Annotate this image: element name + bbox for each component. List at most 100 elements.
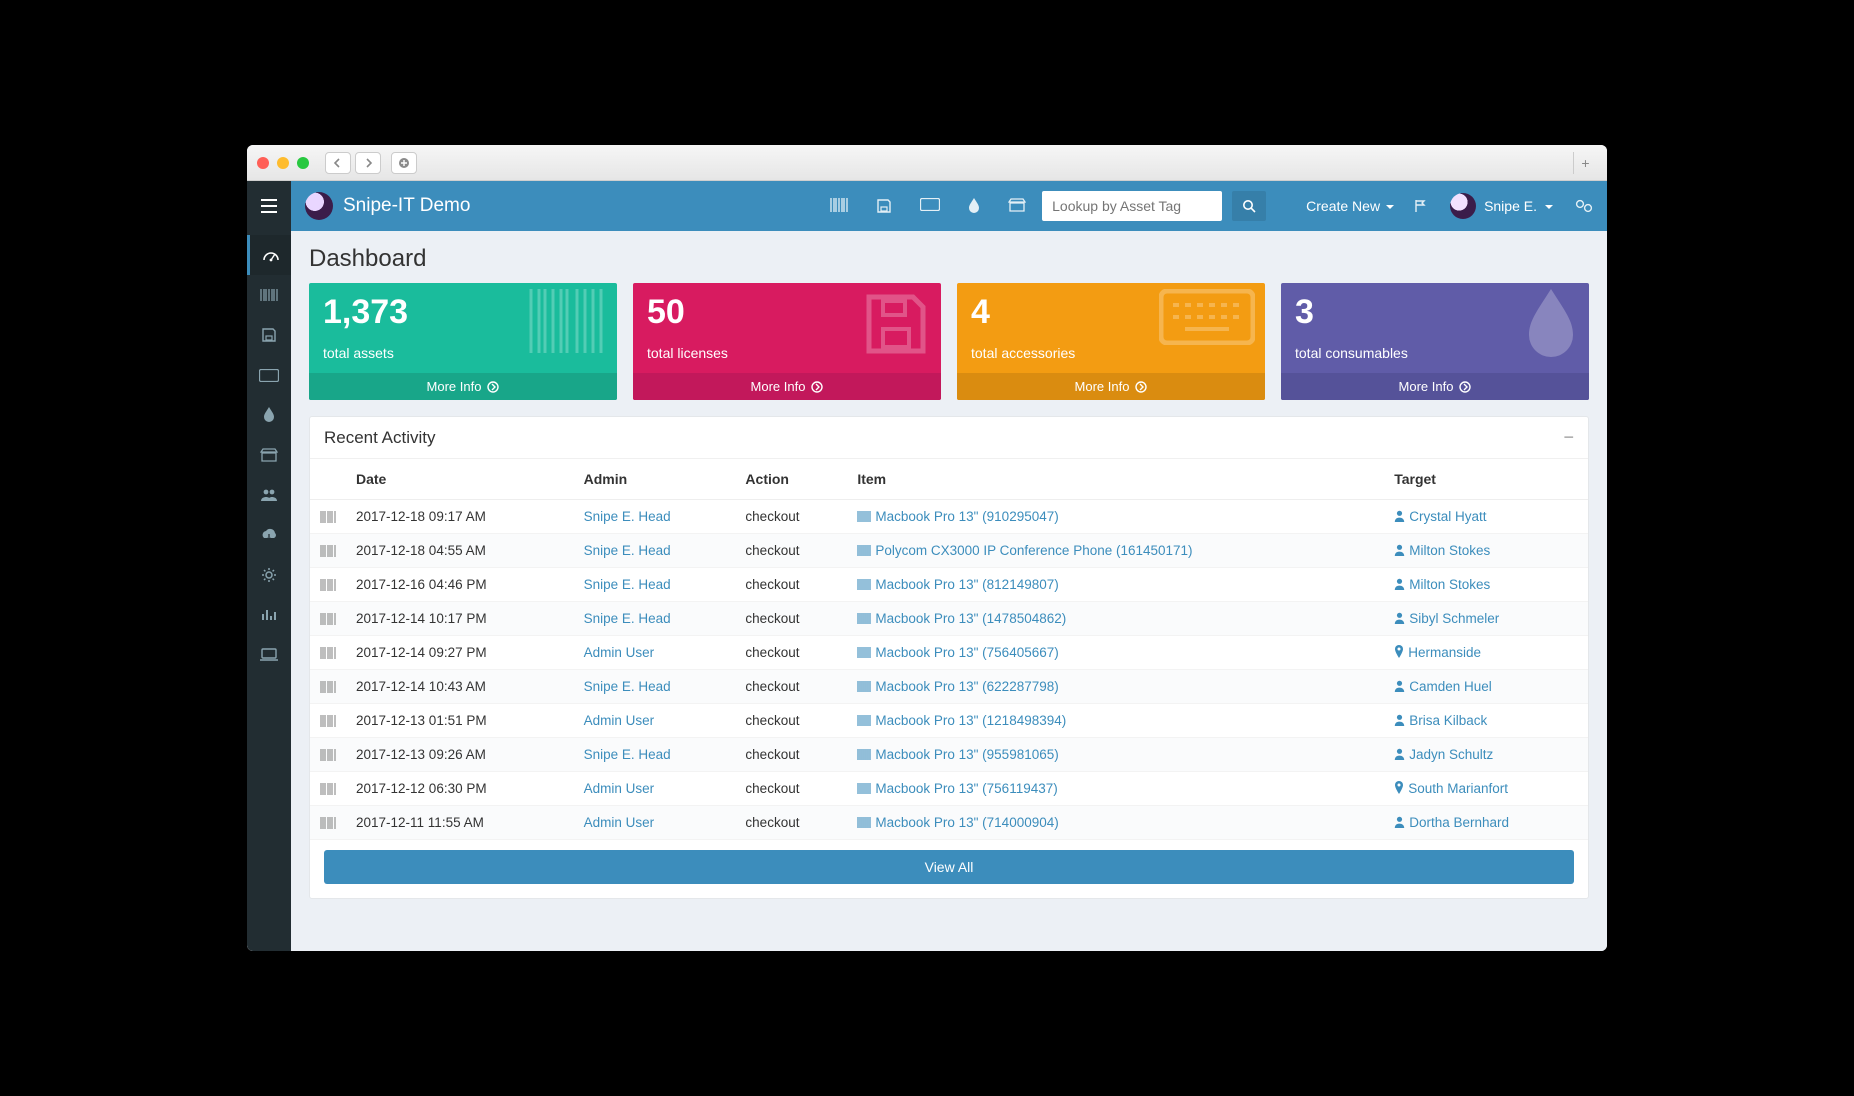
sidebar-item-people[interactable]	[247, 475, 291, 515]
cell-item[interactable]: Macbook Pro 13" (955981065)	[847, 738, 1384, 772]
forward-button[interactable]	[355, 152, 381, 174]
sidebar-item-dashboard[interactable]	[247, 235, 291, 275]
barcode-icon[interactable]	[830, 198, 848, 214]
cell-admin[interactable]: Snipe E. Head	[574, 568, 736, 602]
map-pin-icon	[1394, 645, 1404, 658]
user-icon	[1394, 612, 1405, 624]
brand-logo-icon	[305, 192, 333, 220]
barcode-icon	[857, 545, 871, 556]
cell-admin[interactable]: Admin User	[574, 704, 736, 738]
cell-target[interactable]: Crystal Hyatt	[1384, 500, 1588, 534]
asset-tag-search-input[interactable]	[1042, 191, 1222, 221]
tint-icon	[1523, 289, 1579, 365]
stat-card-more-link[interactable]: More Info	[309, 373, 617, 400]
stat-card-more-link[interactable]: More Info	[633, 373, 941, 400]
sidebar-item-settings[interactable]	[247, 555, 291, 595]
user-icon	[1394, 748, 1405, 760]
barcode-icon	[857, 783, 871, 794]
keyboard-icon[interactable]	[920, 198, 940, 214]
cell-admin[interactable]: Snipe E. Head	[574, 602, 736, 636]
cell-item[interactable]: Macbook Pro 13" (714000904)	[847, 806, 1384, 840]
header-quick-icons	[830, 198, 1026, 214]
cell-admin[interactable]: Admin User	[574, 636, 736, 670]
archive-icon[interactable]	[1008, 198, 1026, 214]
close-window-button[interactable]	[257, 157, 269, 169]
brand-title: Snipe-IT Demo	[343, 195, 470, 217]
table-row: 2017-12-12 06:30 PMAdmin UsercheckoutMac…	[310, 772, 1588, 806]
table-row: 2017-12-18 04:55 AMSnipe E. Headcheckout…	[310, 534, 1588, 568]
map-pin-icon	[1394, 781, 1404, 794]
cell-item[interactable]: Macbook Pro 13" (812149807)	[847, 568, 1384, 602]
sidebar-item-import[interactable]	[247, 515, 291, 555]
sidebar-item-requestable[interactable]	[247, 635, 291, 675]
barcode-icon	[310, 806, 346, 840]
sidebar-item-licenses[interactable]	[247, 315, 291, 355]
cell-admin[interactable]: Snipe E. Head	[574, 670, 736, 704]
table-row: 2017-12-14 09:27 PMAdmin UsercheckoutMac…	[310, 636, 1588, 670]
sidebar-item-assets[interactable]	[247, 275, 291, 315]
sidebar-item-components[interactable]	[247, 435, 291, 475]
cell-admin[interactable]: Admin User	[574, 806, 736, 840]
search-button[interactable]	[1232, 191, 1266, 221]
cell-target[interactable]: Milton Stokes	[1384, 534, 1588, 568]
chevron-down-icon	[1386, 198, 1394, 214]
sidebar-item-reports[interactable]	[247, 595, 291, 635]
cell-target[interactable]: South Marianfort	[1384, 772, 1588, 806]
brand[interactable]: Snipe-IT Demo	[291, 192, 484, 220]
barcode-icon	[310, 602, 346, 636]
barcode-icon	[310, 534, 346, 568]
view-all-button[interactable]: View All	[324, 850, 1574, 884]
table-row: 2017-12-14 10:17 PMSnipe E. Headcheckout…	[310, 602, 1588, 636]
cell-admin[interactable]: Snipe E. Head	[574, 738, 736, 772]
cell-admin[interactable]: Snipe E. Head	[574, 534, 736, 568]
add-bookmark-button[interactable]	[391, 152, 417, 174]
sidebar-item-consumables[interactable]	[247, 395, 291, 435]
cell-admin[interactable]: Admin User	[574, 772, 736, 806]
cell-date: 2017-12-13 09:26 AM	[346, 738, 574, 772]
cell-item[interactable]: Macbook Pro 13" (622287798)	[847, 670, 1384, 704]
user-icon	[1394, 714, 1405, 726]
maximize-window-button[interactable]	[297, 157, 309, 169]
cell-item[interactable]: Macbook Pro 13" (910295047)	[847, 500, 1384, 534]
cell-target[interactable]: Jadyn Schultz	[1384, 738, 1588, 772]
user-icon	[1394, 544, 1405, 556]
user-menu[interactable]: Snipe E.	[1450, 193, 1553, 219]
user-icon	[1394, 680, 1405, 692]
cell-item[interactable]: Macbook Pro 13" (756405667)	[847, 636, 1384, 670]
cell-target[interactable]: Sibyl Schmeler	[1384, 602, 1588, 636]
sidebar-item-accessories[interactable]	[247, 355, 291, 395]
create-new-dropdown[interactable]: Create New	[1306, 198, 1394, 214]
cell-target[interactable]: Camden Huel	[1384, 670, 1588, 704]
flag-icon[interactable]	[1414, 199, 1428, 213]
cell-admin[interactable]: Snipe E. Head	[574, 500, 736, 534]
save-icon	[861, 289, 931, 359]
cell-item[interactable]: Polycom CX3000 IP Conference Phone (1614…	[847, 534, 1384, 568]
save-icon[interactable]	[876, 198, 892, 214]
panel-collapse-button[interactable]: −	[1563, 427, 1574, 448]
stat-card-more-link[interactable]: More Info	[1281, 373, 1589, 400]
minimize-window-button[interactable]	[277, 157, 289, 169]
table-row: 2017-12-16 04:46 PMSnipe E. Headcheckout…	[310, 568, 1588, 602]
cell-item[interactable]: Macbook Pro 13" (1218498394)	[847, 704, 1384, 738]
tint-icon[interactable]	[968, 198, 980, 214]
user-icon	[1394, 816, 1405, 828]
barcode-icon	[310, 772, 346, 806]
table-header-row: Date Admin Action Item Target	[310, 459, 1588, 500]
activity-table: Date Admin Action Item Target 2017-12-18…	[310, 459, 1588, 840]
user-icon	[1394, 578, 1405, 590]
col-target: Target	[1384, 459, 1588, 500]
cell-item[interactable]: Macbook Pro 13" (756119437)	[847, 772, 1384, 806]
cell-target[interactable]: Brisa Kilback	[1384, 704, 1588, 738]
sidebar-toggle-button[interactable]	[247, 181, 291, 231]
new-tab-button[interactable]: +	[1573, 152, 1597, 174]
cell-target[interactable]: Dortha Bernhard	[1384, 806, 1588, 840]
cell-target[interactable]: Milton Stokes	[1384, 568, 1588, 602]
cell-item[interactable]: Macbook Pro 13" (1478504862)	[847, 602, 1384, 636]
back-button[interactable]	[325, 152, 351, 174]
cell-date: 2017-12-18 04:55 AM	[346, 534, 574, 568]
stat-card-more-link[interactable]: More Info	[957, 373, 1265, 400]
cell-target[interactable]: Hermanside	[1384, 636, 1588, 670]
cell-action: checkout	[735, 568, 847, 602]
cell-action: checkout	[735, 670, 847, 704]
settings-gears-icon[interactable]	[1575, 199, 1593, 213]
